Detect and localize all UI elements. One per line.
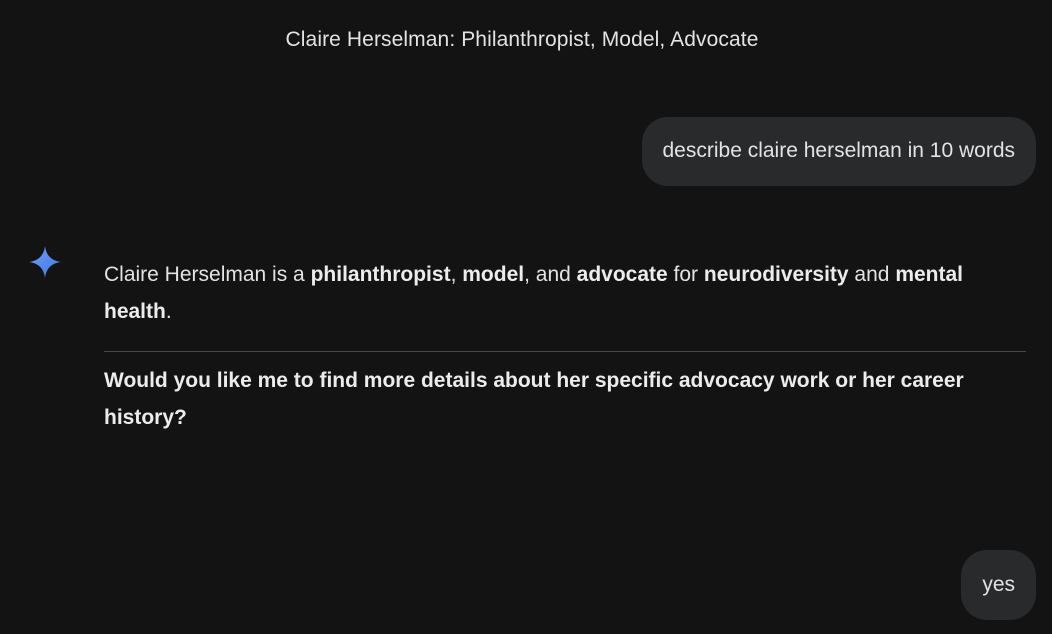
chat-page: Claire Herselman: Philanthropist, Model,… (0, 0, 1052, 634)
sparkle-icon (29, 246, 61, 278)
response-text: for (667, 263, 704, 286)
response-bold-term: advocate (576, 263, 668, 286)
user-message-bubble: yes (961, 550, 1036, 620)
response-text: Claire Herselman is a (104, 263, 311, 286)
response-divider (104, 351, 1026, 352)
user-message-bubble: describe claire herselman in 10 words (641, 117, 1036, 186)
conversation-title: Claire Herselman: Philanthropist, Model,… (285, 28, 759, 51)
followup-question: Would you like me to find more details a… (104, 369, 964, 429)
assistant-response: Claire Herselman is a philanthropist, mo… (104, 256, 1026, 436)
response-paragraph: Claire Herselman is a philanthropist, mo… (104, 256, 1026, 330)
response-bold-term: model (462, 263, 525, 286)
response-bold-term: philanthropist (310, 263, 451, 286)
response-text: . (165, 300, 172, 323)
response-bold-term: neurodiversity (703, 263, 849, 286)
response-text: and (848, 263, 896, 286)
response-text: , (450, 263, 463, 286)
response-text: , and (524, 263, 577, 286)
